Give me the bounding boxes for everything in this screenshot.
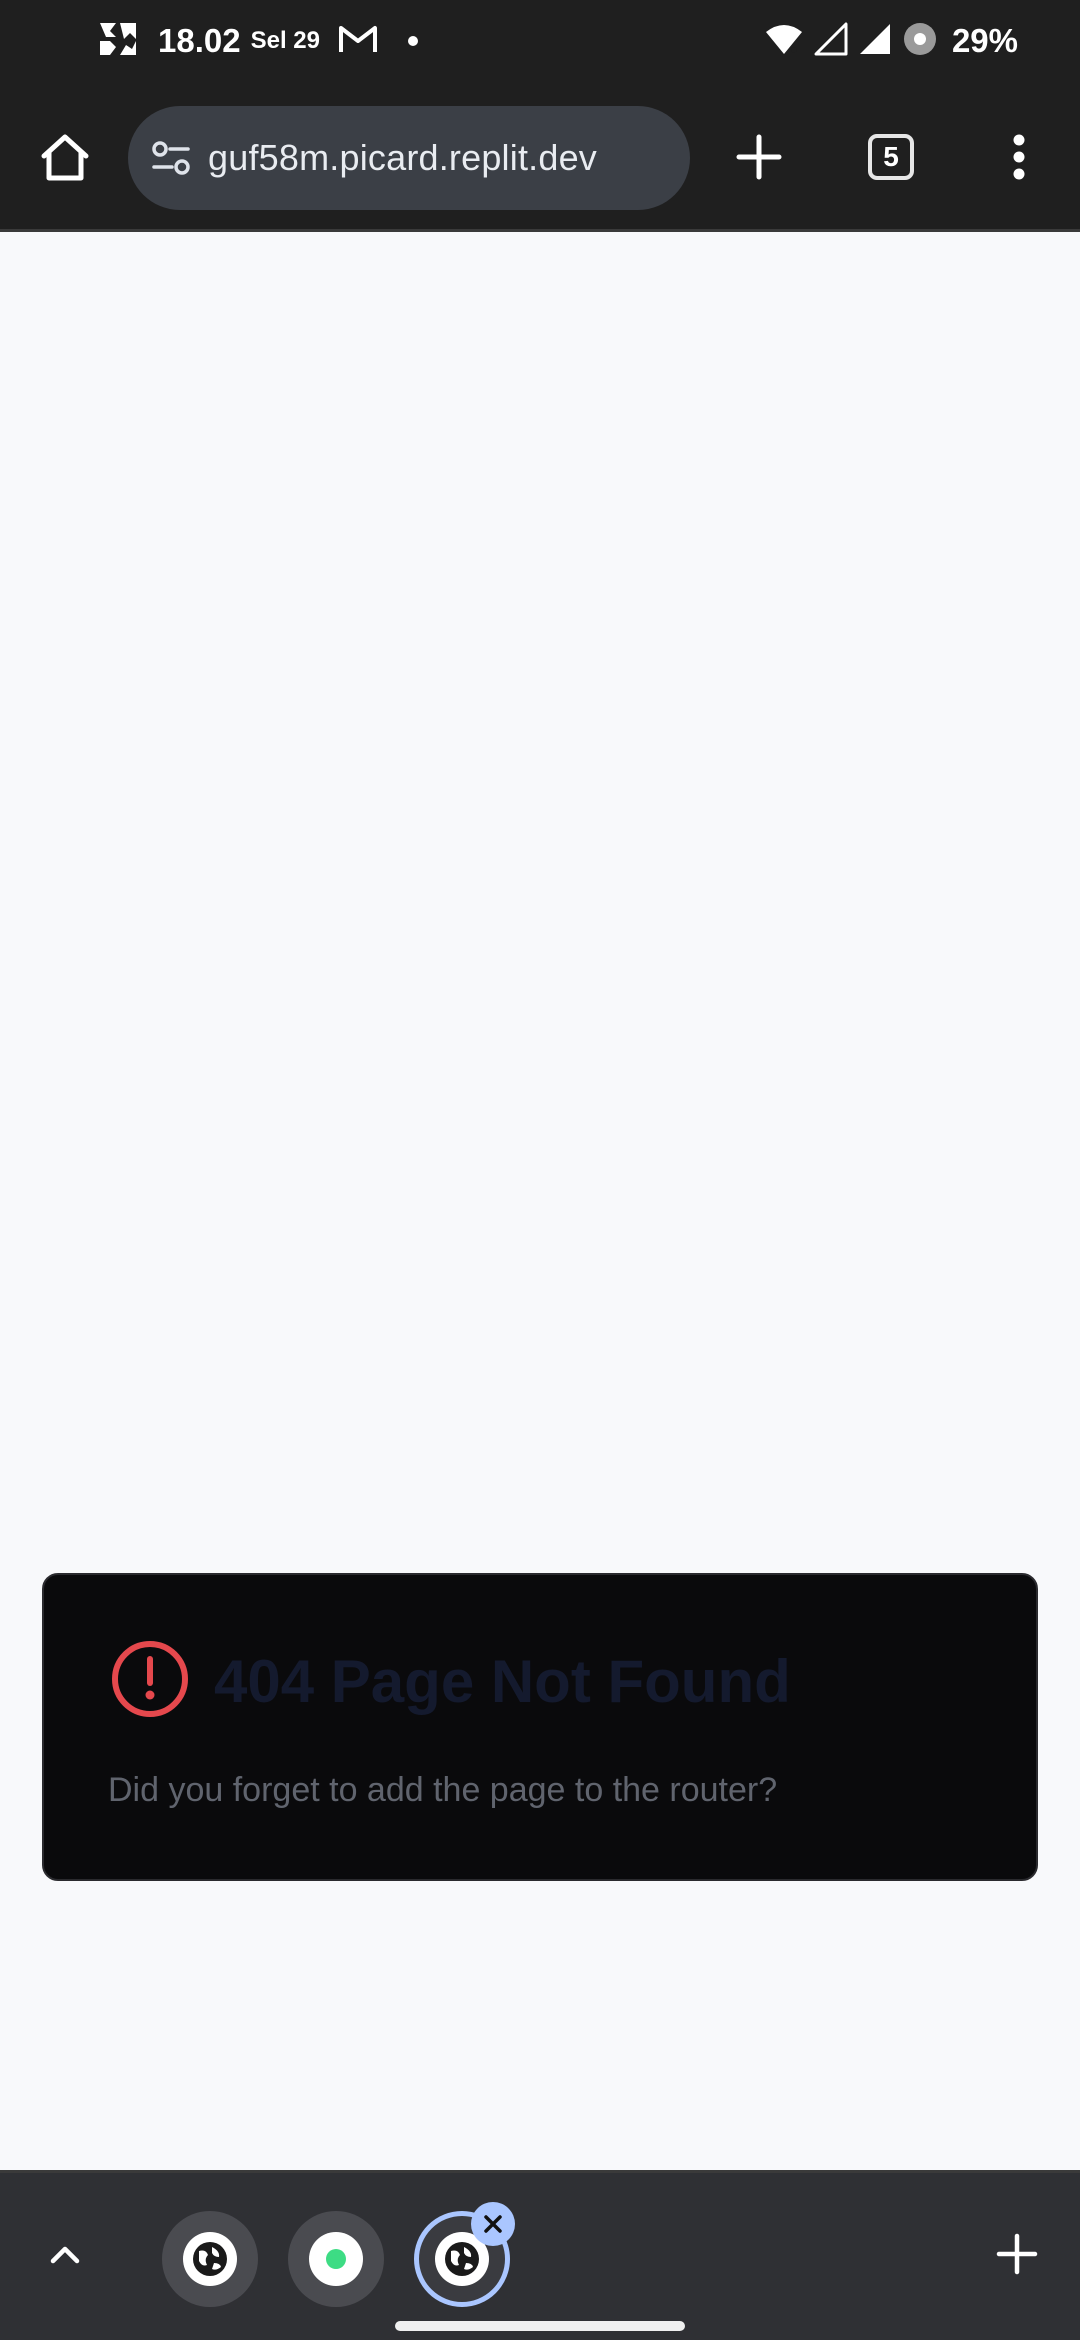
menu-button[interactable] xyxy=(984,122,1054,192)
more-vert-icon xyxy=(1013,134,1025,180)
page-content: 404 Page Not Found Did you forget to add… xyxy=(0,235,1080,2170)
date: Sel 29 xyxy=(250,27,320,54)
error-card: 404 Page Not Found Did you forget to add… xyxy=(42,1573,1038,1881)
error-message: Did you forget to add the page to the ro… xyxy=(108,1771,778,1809)
error-title: 404 Page Not Found xyxy=(214,1648,791,1715)
wifi-icon xyxy=(764,22,804,61)
clock: 18.02 xyxy=(158,22,241,59)
browser-toolbar: guf58m.picard.replit.dev 5 xyxy=(0,82,1080,232)
new-tab-button[interactable] xyxy=(724,122,794,192)
alert-circle-icon xyxy=(110,1639,190,1724)
globe-icon xyxy=(445,2242,479,2276)
green-dot-icon xyxy=(326,2249,346,2269)
gesture-home-indicator[interactable] xyxy=(395,2321,685,2331)
tab-chip-1[interactable] xyxy=(162,2211,258,2307)
expand-tabs-button[interactable] xyxy=(30,2219,100,2289)
address-bar[interactable]: guf58m.picard.replit.dev xyxy=(128,106,690,210)
tab-switcher-icon: 5 xyxy=(868,134,914,180)
status-bar: 18.02 Sel 29 29% xyxy=(0,0,1080,82)
plus-icon xyxy=(996,2233,1038,2275)
add-tab-button[interactable] xyxy=(982,2219,1052,2289)
notification-dot xyxy=(407,36,418,46)
chevron-up-icon xyxy=(50,2246,80,2264)
status-right: 29% xyxy=(764,0,1018,82)
battery-saver-icon xyxy=(902,21,938,62)
tab-chip-active[interactable] xyxy=(414,2202,515,2307)
signal-icon xyxy=(814,22,848,61)
close-tab-button[interactable] xyxy=(471,2202,515,2246)
error-title-row: 404 Page Not Found xyxy=(110,1639,791,1724)
home-button[interactable] xyxy=(30,122,100,192)
close-icon xyxy=(484,2215,502,2233)
site-settings-icon[interactable] xyxy=(146,133,196,183)
tab-chip-2[interactable] xyxy=(288,2211,384,2307)
home-icon xyxy=(41,134,89,181)
tab-switcher-button[interactable]: 5 xyxy=(856,122,926,192)
gmail-icon xyxy=(338,23,378,60)
url-text: guf58m.picard.replit.dev xyxy=(208,137,598,178)
globe-icon xyxy=(193,2242,227,2276)
signal-icon xyxy=(858,22,892,61)
plus-icon xyxy=(736,134,782,180)
tab-strip xyxy=(0,2170,1080,2340)
battery-level: 29% xyxy=(951,22,1018,59)
status-left: 18.02 Sel 29 xyxy=(96,0,418,82)
app-notification-icon xyxy=(96,17,140,66)
